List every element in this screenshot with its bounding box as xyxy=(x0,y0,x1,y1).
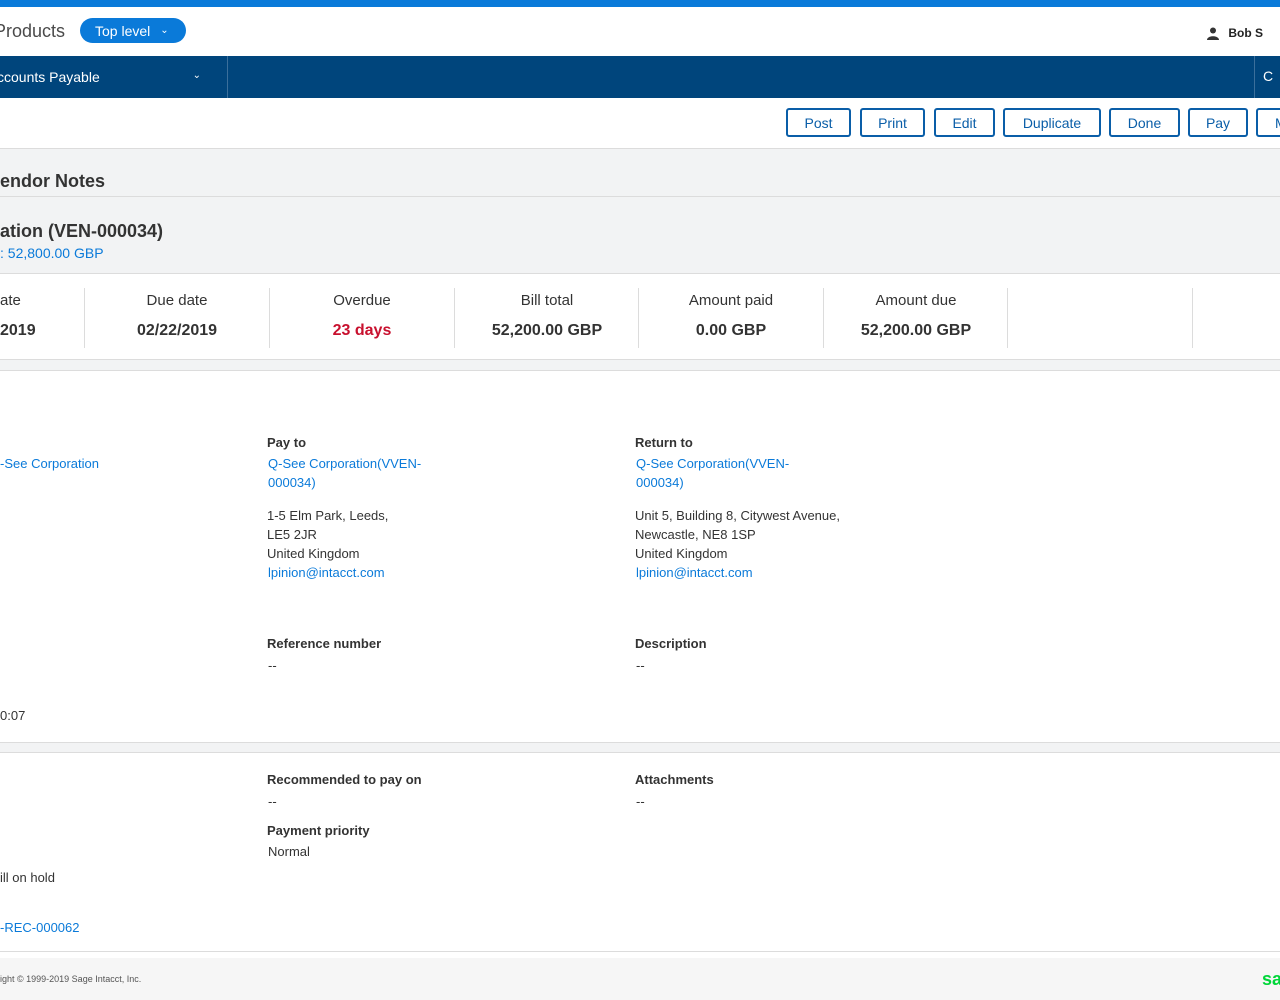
attachments-value: -- xyxy=(636,794,645,809)
top-accent-bar xyxy=(0,0,1280,7)
summary-amount-paid: Amount paid 0.00 GBP xyxy=(639,288,823,348)
summary-value: 23 days xyxy=(332,322,392,339)
chevron-down-icon: ⌄ xyxy=(192,70,201,81)
return-to-contact-link[interactable]: Q-See Corporation(VVEN- xyxy=(636,454,789,473)
vendor-balance-currency: GBP xyxy=(73,245,104,261)
vendor-link[interactable]: -See Corporation xyxy=(0,454,99,473)
pay-to-contact-link-cont[interactable]: 000034) xyxy=(268,473,316,492)
summary-value: 0.00 GBP xyxy=(695,322,767,339)
recommended-pay-on-value: -- xyxy=(268,794,277,809)
summary-bill-date: ate 2019 xyxy=(0,288,40,348)
summary-due-date: Due date 02/22/2019 xyxy=(85,288,269,348)
summary-value: 52,200.00 GBP xyxy=(491,322,603,339)
summary-divider xyxy=(1007,288,1008,348)
payment-priority-value: Normal xyxy=(268,844,310,859)
summary-divider xyxy=(1192,288,1193,348)
description-value: -- xyxy=(636,658,645,673)
nav-right-label: C xyxy=(1263,68,1274,84)
more-button[interactable]: M xyxy=(1256,108,1280,137)
pay-to-label: Pay to xyxy=(267,435,307,450)
nav-right-item[interactable]: C xyxy=(1254,56,1280,98)
summary-label: Amount due xyxy=(875,292,957,309)
user-icon xyxy=(1207,27,1220,40)
return-to-address-line2: Newcastle, NE8 1SP xyxy=(635,527,756,542)
return-to-address-line1: Unit 5, Building 8, Citywest Avenue, xyxy=(635,508,840,523)
app-title: Products xyxy=(0,21,66,41)
summary-label: Bill total xyxy=(520,292,574,309)
recommended-pay-on-label: Recommended to pay on xyxy=(267,772,422,787)
reference-number-value: -- xyxy=(268,658,277,673)
bill-on-hold-label: ill on hold xyxy=(0,870,55,885)
pay-to-email-link[interactable]: lpinion@intacct.com xyxy=(268,563,385,582)
post-button[interactable]: Post xyxy=(786,108,851,137)
pay-button[interactable]: Pay xyxy=(1188,108,1248,137)
vendor-balance-prefix: : xyxy=(0,245,4,261)
attachments-label: Attachments xyxy=(635,772,714,787)
module-label: ccounts Payable xyxy=(0,69,100,85)
copyright-text: ight © 1999-2019 Sage Intacct, Inc. xyxy=(0,974,142,984)
duplicate-button[interactable]: Duplicate xyxy=(1003,108,1101,137)
pay-to-address-line1: 1-5 Elm Park, Leeds, xyxy=(267,508,389,523)
user-menu[interactable]: Bob S xyxy=(1207,26,1263,40)
summary-label: Due date xyxy=(146,292,208,309)
module-nav-bar: ccounts Payable ⌄ C xyxy=(0,56,1280,98)
brand-logo: sa xyxy=(1262,969,1280,989)
payment-details-section: Recommended to pay on -- Attachments -- … xyxy=(0,753,1280,952)
pay-to-address-line2: LE5 2JR xyxy=(267,527,317,542)
page-footer: ight © 1999-2019 Sage Intacct, Inc. sa xyxy=(0,958,1280,1000)
entity-level-label: Top level xyxy=(95,22,151,39)
bill-summary: ate 2019 Due date 02/22/2019 Overdue 23 … xyxy=(0,274,1280,360)
vendor-band: ation (VEN-000034) : 52,800.00 GBP xyxy=(0,197,1280,274)
summary-value: 02/22/2019 xyxy=(136,322,218,339)
timestamp-value: 0:07 xyxy=(0,708,26,723)
section-title-band: endor Notes xyxy=(0,149,1280,197)
recurring-record-link[interactable]: -REC-000062 xyxy=(0,918,80,937)
reference-number-label: Reference number xyxy=(267,636,382,651)
payment-priority-label: Payment priority xyxy=(267,823,370,838)
summary-label: ate xyxy=(0,292,21,309)
return-to-contact-link-cont[interactable]: 000034) xyxy=(636,473,684,492)
return-to-label: Return to xyxy=(635,435,693,450)
entity-level-selector[interactable]: Top level ⌄ xyxy=(80,18,186,43)
pay-to-country: United Kingdom xyxy=(267,546,360,561)
bill-details-section: -See Corporation Pay to Q-See Corporatio… xyxy=(0,371,1280,742)
vendor-name: ation (VEN-000034) xyxy=(0,221,164,241)
section-gap xyxy=(0,360,1280,371)
chevron-down-icon: ⌄ xyxy=(160,25,169,36)
vendor-balance: : 52,800.00 GBP xyxy=(0,245,104,261)
summary-amount-due: Amount due 52,200.00 GBP xyxy=(824,288,1008,348)
app-header: Products Top level ⌄ Bob S xyxy=(0,7,1280,56)
summary-bill-total: Bill total 52,200.00 GBP xyxy=(455,288,639,348)
print-button[interactable]: Print xyxy=(860,108,925,137)
done-button[interactable]: Done xyxy=(1109,108,1180,137)
summary-value: 52,200.00 GBP xyxy=(860,322,972,339)
action-toolbar: Post Print Edit Duplicate Done Pay M xyxy=(0,98,1280,149)
section-title: endor Notes xyxy=(0,171,106,191)
vendor-balance-amount[interactable]: 52,800.00 xyxy=(8,245,70,261)
summary-label: Overdue xyxy=(333,292,391,309)
summary-value: 2019 xyxy=(0,322,36,339)
return-to-country: United Kingdom xyxy=(635,546,728,561)
module-selector[interactable]: ccounts Payable ⌄ xyxy=(0,56,228,98)
edit-button[interactable]: Edit xyxy=(934,108,995,137)
description-label: Description xyxy=(635,636,707,651)
summary-label: Amount paid xyxy=(688,292,774,309)
section-gap xyxy=(0,742,1280,753)
user-name: Bob S xyxy=(1228,26,1263,40)
summary-overdue: Overdue 23 days xyxy=(270,288,454,348)
pay-to-contact-link[interactable]: Q-See Corporation(VVEN- xyxy=(268,454,421,473)
return-to-email-link[interactable]: lpinion@intacct.com xyxy=(636,563,753,582)
